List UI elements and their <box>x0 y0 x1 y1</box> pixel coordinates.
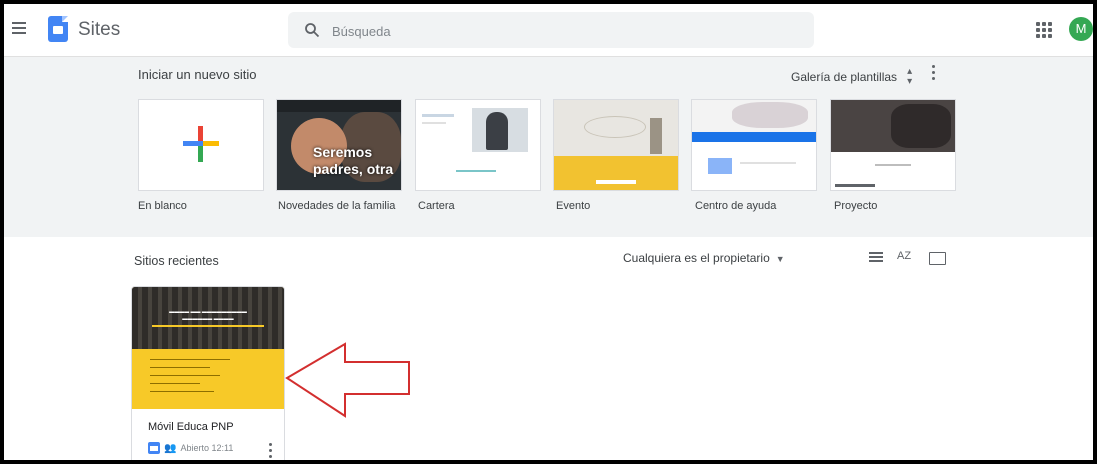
search-bar[interactable] <box>288 12 814 48</box>
shared-people-icon: 👥 <box>164 442 177 454</box>
site-more-options-icon[interactable] <box>269 443 272 458</box>
apps-grid-icon[interactable] <box>1036 22 1052 38</box>
template-label-portfolio[interactable]: Cartera <box>418 200 455 212</box>
site-opened-time: Abierto 12:11 <box>180 443 234 453</box>
account-avatar[interactable]: M <box>1069 17 1093 41</box>
sites-logo-icon[interactable] <box>48 16 68 42</box>
list-view-icon[interactable] <box>869 252 883 264</box>
template-gallery-button[interactable]: Galería de plantillas ▴ ▾ <box>791 67 912 87</box>
template-help-center[interactable] <box>691 99 817 191</box>
recent-sites-title: Sitios recientes <box>134 254 219 268</box>
dropdown-arrow-icon: ▼ <box>775 254 785 264</box>
template-blank[interactable] <box>138 99 264 191</box>
template-family[interactable]: Seremos padres, otra <box>276 99 402 191</box>
new-site-title: Iniciar un nuevo sitio <box>138 67 257 82</box>
site-thumbnail: ▬▬▬▬ ▬▬ ▬▬▬▬▬▬▬▬▬ ▬▬▬▬▬▬ ▬▬▬▬ <box>132 287 284 409</box>
more-options-icon[interactable] <box>932 65 936 83</box>
search-input[interactable] <box>330 21 794 41</box>
template-label-blank[interactable]: En blanco <box>138 200 187 212</box>
template-label-event[interactable]: Evento <box>556 200 590 212</box>
template-portfolio[interactable] <box>415 99 541 191</box>
template-label-project[interactable]: Proyecto <box>834 200 877 212</box>
site-card[interactable]: ▬▬▬▬ ▬▬ ▬▬▬▬▬▬▬▬▬ ▬▬▬▬▬▬ ▬▬▬▬ Móvil Educa… <box>131 286 285 460</box>
sites-file-icon <box>148 442 160 454</box>
main-menu-icon[interactable] <box>12 22 26 34</box>
template-project[interactable] <box>830 99 956 191</box>
owner-filter-label: Cualquiera es el propietario <box>623 251 770 265</box>
annotation-arrow <box>285 342 410 418</box>
search-icon[interactable] <box>304 22 320 38</box>
template-gallery-label: Galería de plantillas <box>791 70 898 84</box>
expand-collapse-icon: ▴ ▾ <box>907 66 913 87</box>
template-label-family[interactable]: Novedades de la familia <box>278 200 395 212</box>
app-name: Sites <box>78 19 121 40</box>
new-site-section: Iniciar un nuevo sitio Galería de planti… <box>4 57 1093 237</box>
top-bar: Sites M <box>4 4 1093 57</box>
template-label-help-center[interactable]: Centro de ayuda <box>695 200 776 212</box>
template-family-preview-text: Seremos padres, otra <box>313 144 394 177</box>
sort-az-icon[interactable]: AZ <box>897 250 911 262</box>
owner-filter-dropdown[interactable]: Cualquiera es el propietario ▼ <box>623 251 785 265</box>
sites-window: Sites M Iniciar un nuevo sitio Galería d… <box>4 4 1093 460</box>
folder-icon[interactable] <box>929 252 946 265</box>
template-event[interactable] <box>553 99 679 191</box>
site-name[interactable]: Móvil Educa PNP <box>148 421 234 433</box>
